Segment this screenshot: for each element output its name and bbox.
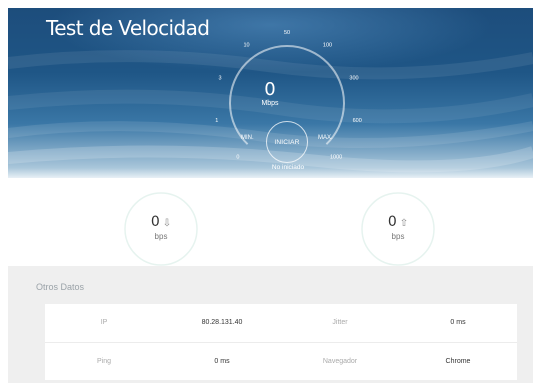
upload-result: 0 ⇧ bps: [359, 190, 437, 268]
gauge-scale-label-1: 1: [215, 118, 218, 124]
browser-label: Navegador: [281, 341, 399, 380]
gauge-scale-label-10: 10: [243, 43, 249, 49]
download-unit: bps: [154, 232, 168, 241]
table-row: Ping 0 ms Navegador Chrome: [45, 341, 517, 380]
jitter-value: 0 ms: [450, 319, 466, 327]
ip-label: IP: [100, 319, 108, 327]
upload-value: 0: [387, 214, 397, 230]
other-data-title: Otros Datos: [36, 282, 85, 292]
gauge-scale-label-0: 0: [236, 155, 239, 161]
other-data-panel: Otros Datos IP 80.28.131.40 Jitter 0 ms …: [8, 266, 533, 383]
hero-banner: Test de Velocidad 0 1 3 10 50 100 300 600 1000 0…: [8, 8, 533, 178]
ping-value: 0 ms: [163, 341, 281, 380]
download-arrow-icon: ⇩: [162, 218, 172, 229]
gauge-scale-label-1000: 1000: [330, 155, 342, 161]
speed-unit: Mbps: [261, 100, 279, 107]
gauge-scale-label-300: 300: [349, 76, 358, 82]
gauge-scale-label-50: 50: [284, 30, 290, 36]
gauge-max-label: MAX.: [318, 135, 333, 141]
ip-value: 80.28.131.40: [201, 319, 243, 327]
upload-unit: bps: [391, 232, 405, 241]
download-result: 0 ⇩ bps: [122, 190, 200, 268]
start-test-button[interactable]: INICIAR: [266, 121, 308, 163]
jitter-label: Jitter: [332, 319, 348, 327]
gauge-scale-label-600: 600: [353, 118, 362, 124]
speed-value: 0: [264, 79, 276, 100]
gauge-scale-label-3: 3: [218, 76, 221, 82]
table-row: IP 80.28.131.40 Jitter 0 ms: [45, 304, 517, 342]
upload-arrow-icon: ⇧: [399, 218, 409, 229]
ping-label: Ping: [45, 341, 163, 380]
gauge-scale-label-100: 100: [323, 43, 332, 49]
download-value: 0: [150, 214, 160, 230]
other-data-table: IP 80.28.131.40 Jitter 0 ms Ping 0 ms Na…: [45, 304, 517, 380]
test-status: No iniciado: [271, 164, 305, 171]
gauge-min-label: MIN.: [241, 135, 254, 141]
browser-value: Chrome: [399, 341, 517, 380]
